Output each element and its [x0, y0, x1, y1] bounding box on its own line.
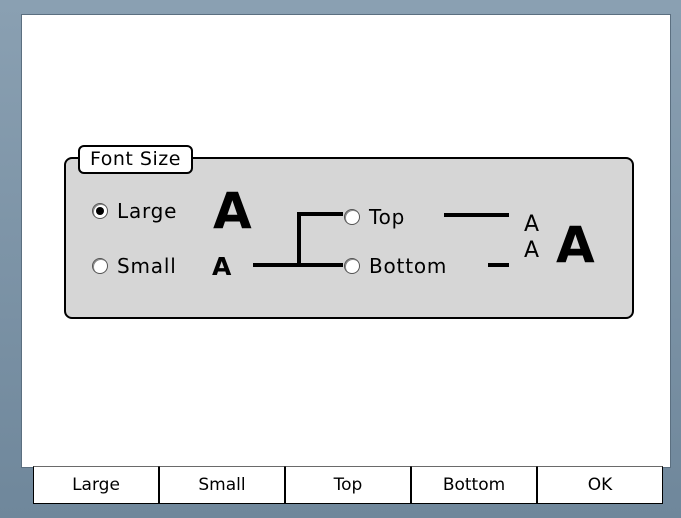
connector-small-line: [253, 263, 299, 267]
radio-bottom-label: Bottom: [369, 254, 448, 278]
radio-small[interactable]: Small: [92, 254, 177, 278]
radio-small-label: Small: [117, 254, 177, 278]
small-a-glyph: A: [212, 252, 232, 281]
softkey-bottom-button[interactable]: Bottom: [411, 466, 537, 504]
softkey-top-button[interactable]: Top: [285, 466, 411, 504]
stack-bottom-a-glyph: A: [524, 238, 540, 263]
connector-bottom-line: [297, 263, 343, 267]
radio-large[interactable]: Large: [92, 199, 177, 223]
radio-large-indicator[interactable]: [92, 203, 108, 219]
radio-large-label: Large: [117, 199, 178, 223]
panel-title: Font Size: [78, 145, 193, 174]
result-a-glyph: A: [556, 216, 595, 274]
radio-top[interactable]: Top: [344, 205, 405, 229]
softkey-bar: Large Small Top Bottom OK: [33, 466, 665, 504]
radio-bottom[interactable]: Bottom: [344, 254, 447, 278]
radio-top-label: Top: [369, 205, 406, 229]
softkey-large-button[interactable]: Large: [33, 466, 159, 504]
stack-top-a-glyph: A: [524, 212, 540, 237]
bottom-output-line: [488, 263, 509, 267]
large-a-glyph: A: [213, 182, 252, 240]
softkey-ok-button[interactable]: OK: [537, 466, 663, 504]
connector-vertical: [297, 212, 301, 267]
top-output-line: [444, 213, 509, 217]
radio-top-indicator[interactable]: [344, 209, 360, 225]
connector-top-line: [297, 212, 343, 216]
softkey-small-button[interactable]: Small: [159, 466, 285, 504]
radio-bottom-indicator[interactable]: [344, 258, 360, 274]
radio-small-indicator[interactable]: [92, 258, 108, 274]
font-size-panel: [64, 157, 634, 319]
